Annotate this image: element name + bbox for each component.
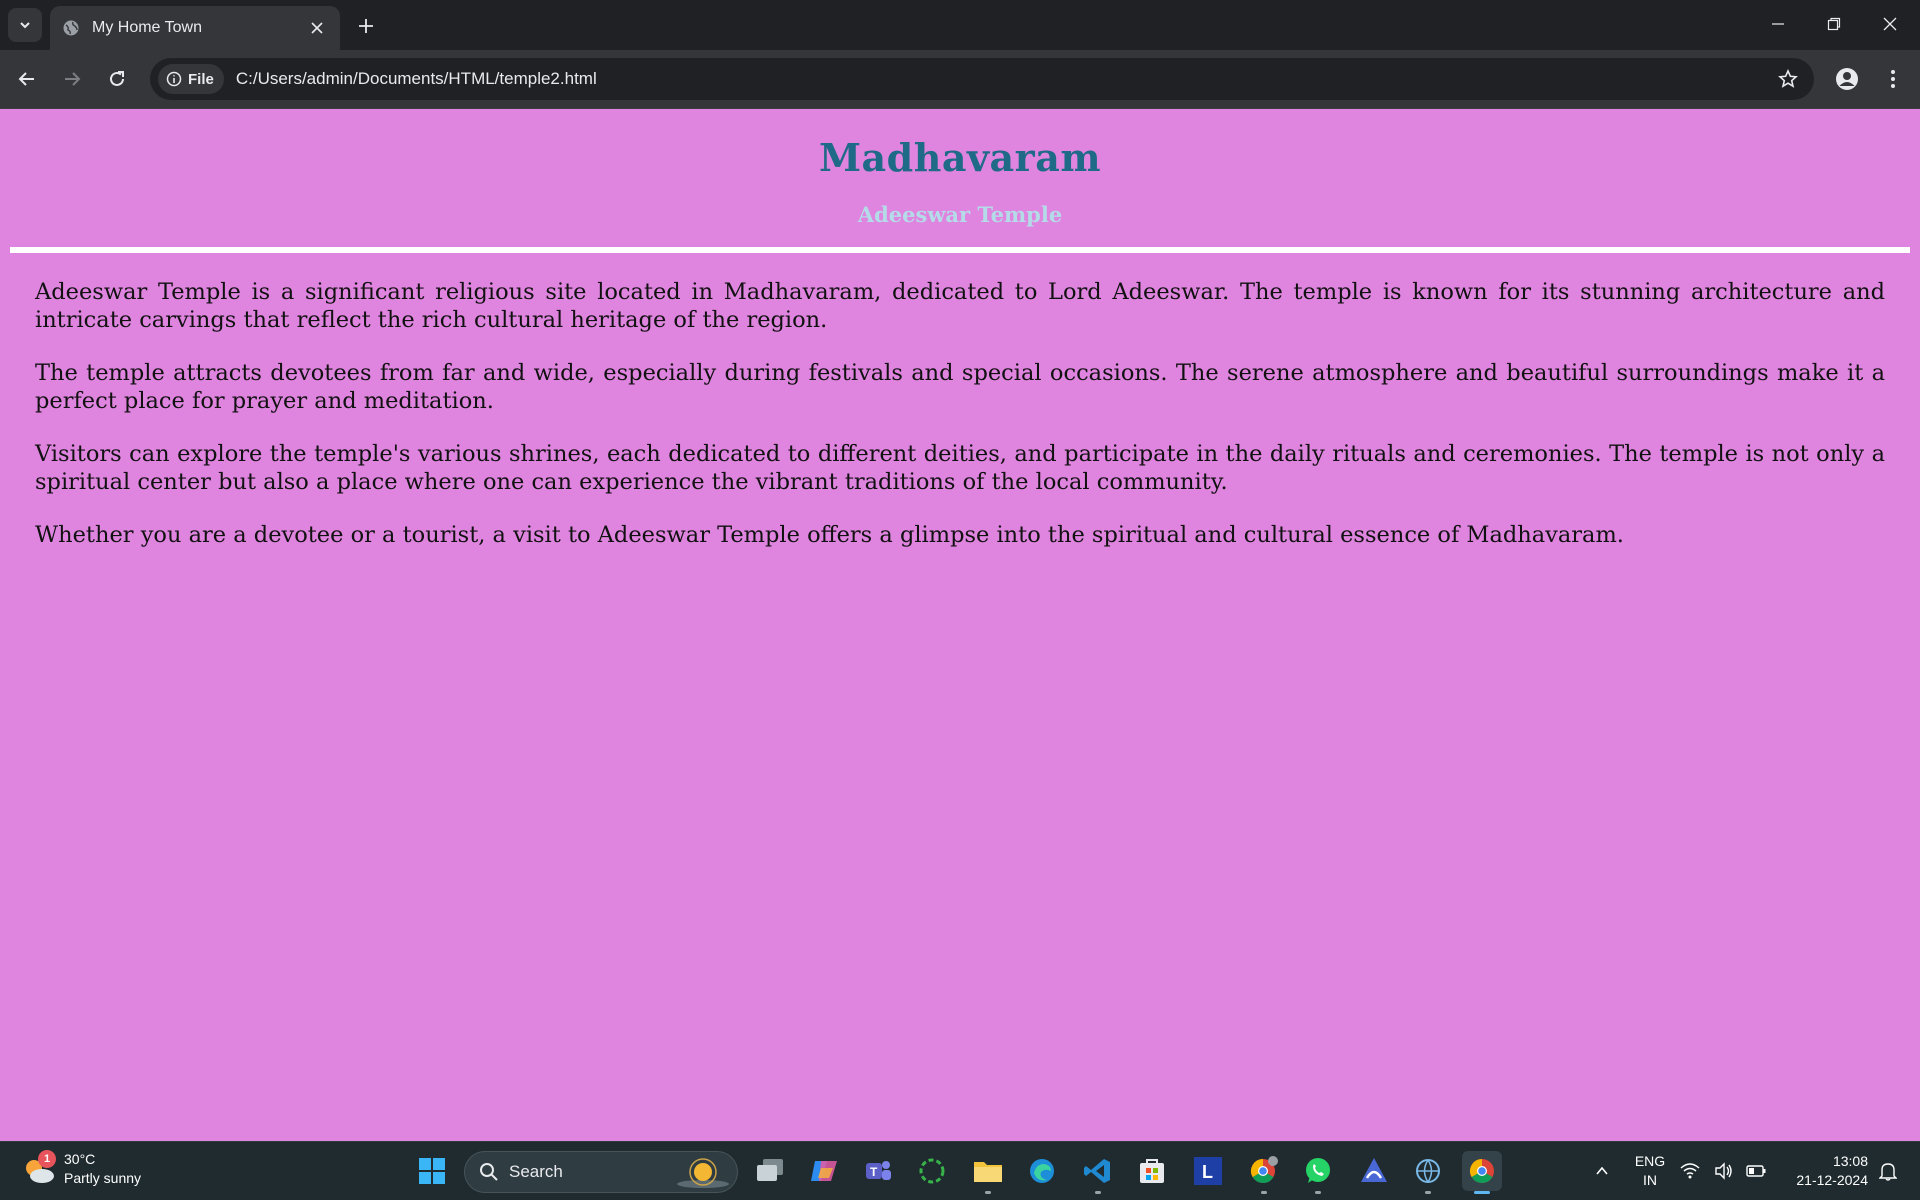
info-icon (166, 71, 182, 87)
chrome-icon[interactable] (1462, 1151, 1502, 1194)
restore-button[interactable] (1806, 0, 1862, 48)
browser-toolbar: File C:/Users/admin/Documents/HTML/templ… (0, 50, 1920, 109)
store-icon[interactable] (1132, 1151, 1172, 1191)
paragraph: Visitors can explore the temple's variou… (35, 441, 1885, 495)
language-indicator[interactable]: ENG IN (1626, 1152, 1674, 1190)
running-indicator (985, 1191, 991, 1194)
running-indicator (1315, 1191, 1321, 1194)
vscode-icon[interactable] (1078, 1151, 1118, 1194)
tab-active[interactable]: My Home Town (50, 6, 340, 50)
copilot-icon[interactable] (804, 1151, 844, 1191)
back-button[interactable] (10, 62, 44, 96)
bookmark-star-icon[interactable] (1768, 59, 1808, 99)
site-info-chip[interactable]: File (158, 64, 224, 94)
paragraph: The temple attracts devotees from far an… (35, 360, 1885, 414)
search-highlight-icon (677, 1158, 729, 1188)
notification-badge: 1 (38, 1150, 56, 1168)
l-app-icon[interactable]: L (1188, 1151, 1228, 1191)
search-icon (480, 1163, 498, 1181)
paragraph: Whether you are a devotee or a tourist, … (35, 522, 1624, 548)
reload-button[interactable] (100, 62, 134, 96)
chevron-down-icon (20, 22, 30, 29)
loader-app-icon[interactable] (912, 1151, 952, 1191)
minimize-icon (1772, 23, 1784, 25)
close-icon (1883, 17, 1897, 31)
network-app-icon[interactable] (1408, 1151, 1448, 1194)
minimize-button[interactable] (1750, 0, 1806, 48)
taskbar-search-box[interactable]: Search (464, 1151, 738, 1193)
weather-condition: Partly sunny (64, 1170, 142, 1186)
chevron-up-icon[interactable] (1582, 1151, 1622, 1191)
system-clock[interactable]: 13:08 21-12-2024 (1780, 1152, 1868, 1190)
weather-widget[interactable]: 1 30°C Partly sunny (20, 1150, 141, 1188)
arrow-right-icon (65, 72, 81, 86)
task-view-icon[interactable] (750, 1151, 790, 1191)
volume-icon[interactable] (1712, 1151, 1736, 1191)
clock-time: 13:08 (1832, 1153, 1868, 1169)
page-subtitle: Adeeswar Temple (857, 202, 1063, 227)
tab-search-button[interactable] (8, 8, 42, 42)
browser-menu-button[interactable] (1876, 62, 1910, 96)
file-explorer-icon[interactable] (968, 1151, 1008, 1194)
running-indicator (1261, 1191, 1267, 1194)
partly-sunny-icon: 1 (20, 1150, 58, 1188)
region-code: IN (1643, 1172, 1657, 1188)
language-code: ENG (1634, 1153, 1666, 1169)
article-body: Adeeswar Temple is a significant religio… (0, 253, 1920, 549)
active-indicator (1474, 1191, 1490, 1194)
close-tab-icon[interactable] (306, 17, 328, 39)
temperature: 30°C (64, 1151, 96, 1167)
arc-icon[interactable] (1354, 1151, 1394, 1191)
running-indicator (1095, 1191, 1101, 1194)
address-bar[interactable]: File C:/Users/admin/Documents/HTML/templ… (150, 58, 1814, 100)
windows-taskbar: 1 30°C Partly sunny Search T L ENG IN 13… (0, 1141, 1920, 1200)
search-placeholder: Search (509, 1162, 563, 1181)
windows-start-icon[interactable] (412, 1151, 452, 1191)
profile-button[interactable] (1830, 62, 1864, 96)
paragraph: Adeeswar Temple is a significant religio… (35, 279, 1885, 333)
arrow-left-icon (18, 72, 34, 86)
wifi-icon[interactable] (1676, 1151, 1704, 1191)
restore-icon (1827, 17, 1841, 31)
clock-date: 21-12-2024 (1796, 1172, 1868, 1188)
site-chip-label: File (188, 70, 214, 88)
tab-strip: My Home Town (0, 0, 1920, 50)
teams-icon[interactable]: T (858, 1151, 898, 1191)
chrome-profile-icon[interactable] (1244, 1151, 1284, 1194)
url-text[interactable]: C:/Users/admin/Documents/HTML/temple2.ht… (236, 69, 1768, 89)
whatsapp-icon[interactable] (1298, 1151, 1338, 1194)
battery-icon[interactable] (1742, 1151, 1770, 1191)
edge-icon[interactable] (1022, 1151, 1062, 1191)
forward-button[interactable] (55, 62, 89, 96)
new-tab-button[interactable] (352, 12, 380, 40)
plus-icon (359, 19, 373, 33)
page-title: Madhavaram (818, 135, 1102, 180)
notification-bell-icon[interactable] (1874, 1151, 1902, 1191)
web-page: Madhavaram Adeeswar Temple Adeeswar Temp… (0, 109, 1920, 1141)
globe-icon (62, 19, 80, 37)
reload-icon (110, 71, 124, 86)
svg-text:T: T (870, 1165, 878, 1179)
tab-title: My Home Town (92, 19, 202, 36)
running-indicator (1425, 1191, 1431, 1194)
svg-text:L: L (1202, 1162, 1213, 1182)
more-vert-icon (1891, 70, 1895, 88)
close-window-button[interactable] (1862, 0, 1918, 48)
profile-icon (1836, 68, 1858, 90)
